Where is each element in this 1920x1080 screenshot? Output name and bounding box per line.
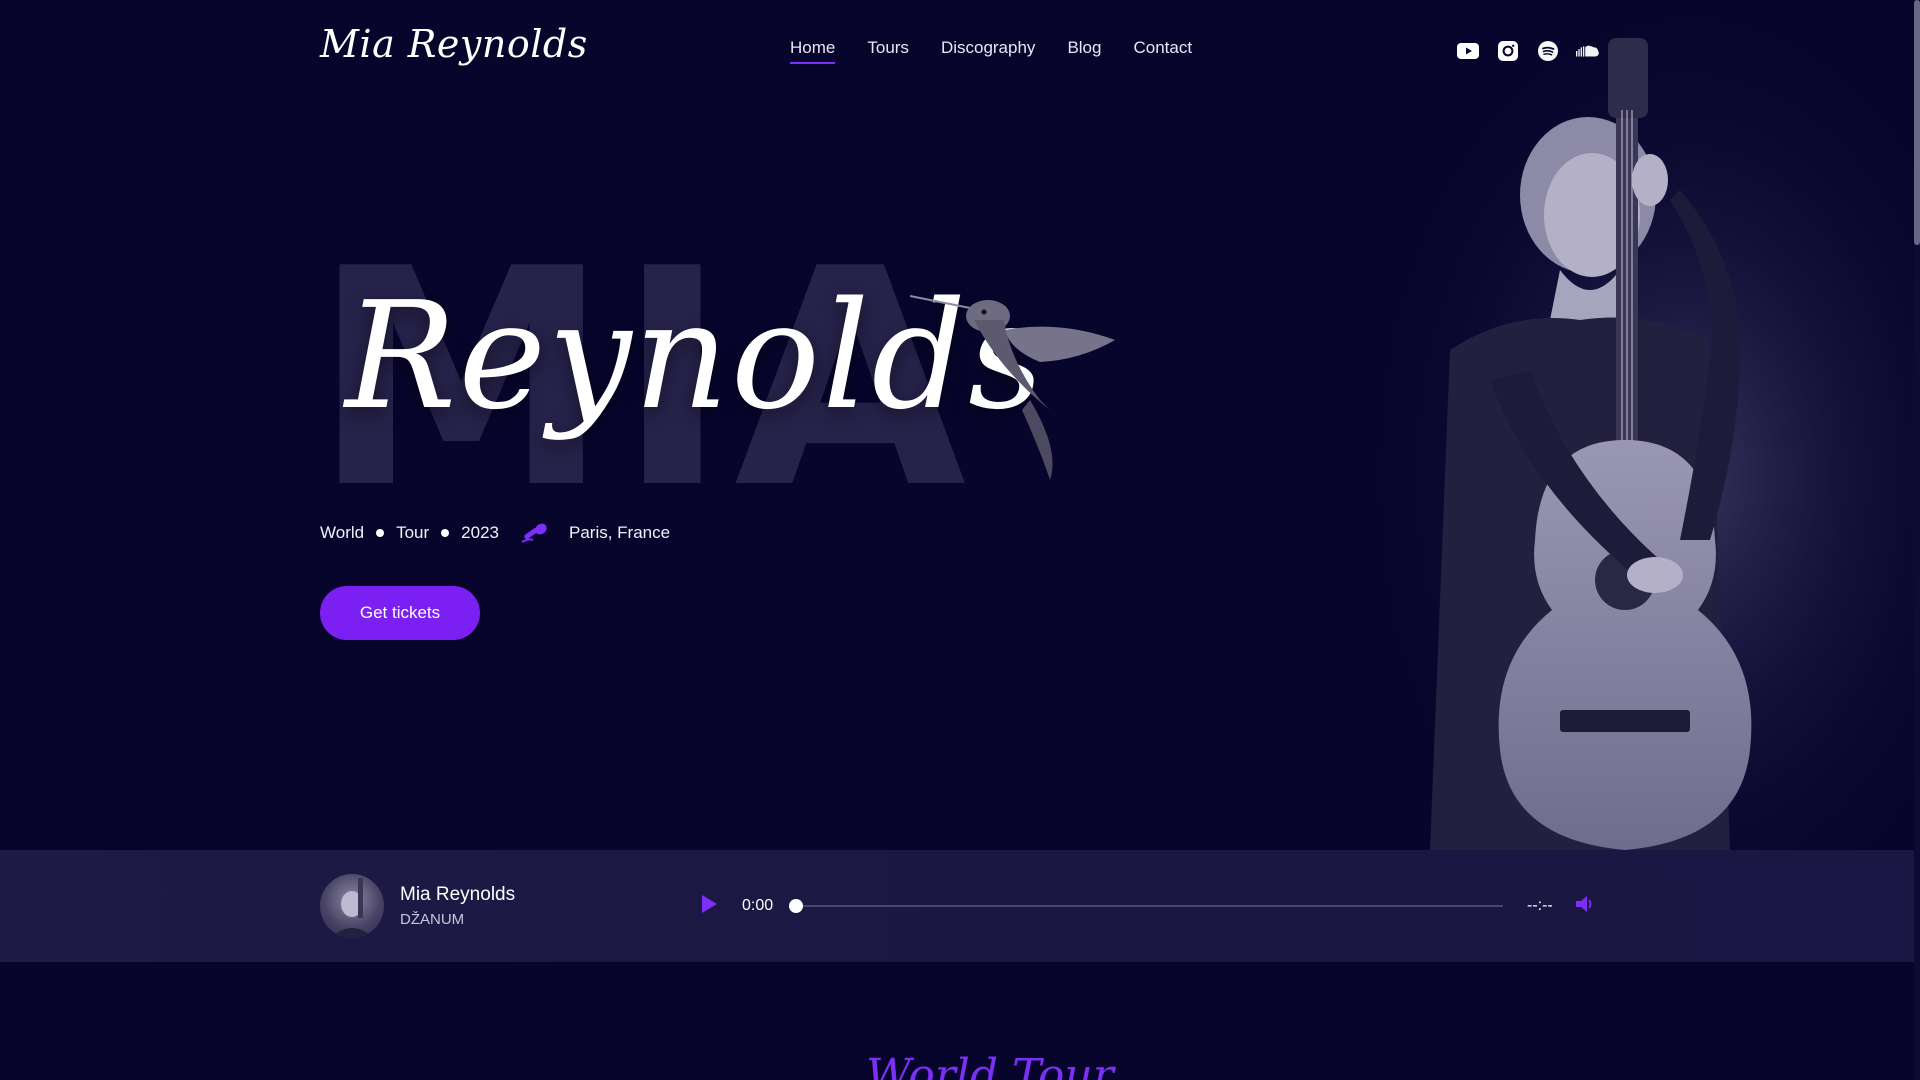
hummingbird-image	[909, 290, 1150, 495]
nav-contact[interactable]: Contact	[1133, 38, 1192, 64]
nav-tours[interactable]: Tours	[867, 38, 909, 64]
track-title: DŽANUM	[400, 911, 465, 928]
progress-bar[interactable]	[789, 899, 1503, 913]
separator-dot	[441, 529, 450, 537]
volume-icon[interactable]	[1575, 894, 1595, 919]
current-time: 0:00	[742, 897, 774, 914]
nav-blog[interactable]: Blog	[1067, 38, 1101, 64]
microphone-icon	[519, 522, 549, 544]
section-heading-world-tour: World Tour	[866, 1050, 1114, 1080]
meta-word-tour: Tour	[396, 523, 430, 542]
page-scrollbar[interactable]	[1914, 0, 1920, 1080]
nav-home[interactable]: Home	[790, 38, 836, 64]
nav-discography[interactable]: Discography	[941, 38, 1036, 64]
artist-portrait-image	[1380, 20, 1920, 850]
scrollbar-thumb[interactable]	[1914, 0, 1920, 245]
track-cover-avatar	[320, 874, 384, 938]
total-time: --:--	[1527, 897, 1553, 914]
site-logo[interactable]: Mia Reynolds	[320, 22, 588, 66]
tour-meta: World Tour 2023 Paris, France	[320, 522, 670, 544]
get-tickets-button[interactable]: Get tickets	[320, 586, 480, 640]
meta-word-world: World	[320, 523, 365, 542]
progress-handle[interactable]	[789, 899, 803, 913]
audio-player: Mia Reynolds DŽANUM 0:00 --:--	[0, 850, 1920, 962]
play-icon[interactable]	[700, 894, 718, 919]
meta-year: 2023	[461, 523, 499, 542]
meta-location: Paris, France	[569, 523, 671, 542]
main-nav: Home Tours Discography Blog Contact	[790, 38, 1192, 64]
separator-dot	[376, 529, 385, 537]
track-artist: Mia Reynolds	[400, 884, 516, 905]
page: Mia Reynolds Home Tours Discography Blog…	[0, 0, 1920, 1080]
